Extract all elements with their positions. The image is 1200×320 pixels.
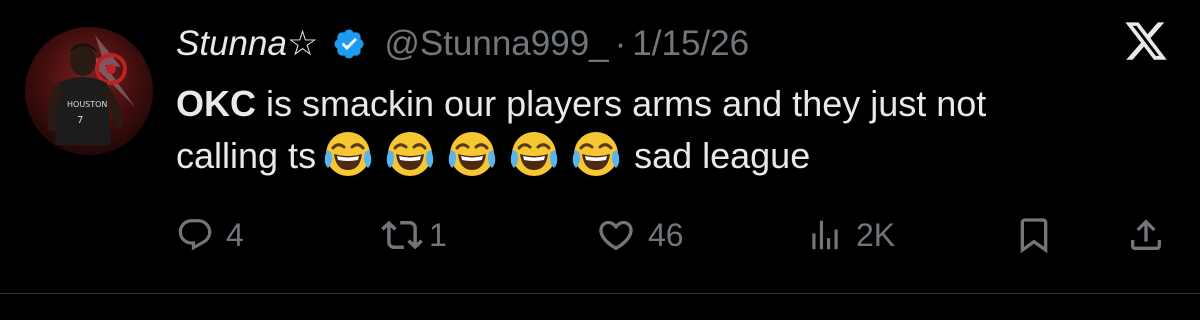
heart-icon — [596, 215, 636, 255]
like-count: 46 — [648, 216, 684, 253]
avatar-image: HOUSTON 7 — [25, 27, 153, 155]
share-icon — [1126, 215, 1166, 255]
reply-icon — [176, 216, 214, 254]
share-button[interactable] — [1126, 210, 1166, 260]
tweet-text-bold: OKC — [176, 83, 256, 124]
views-button[interactable]: 2K — [806, 210, 895, 260]
repost-count: 1 — [429, 216, 447, 253]
bookmark-button[interactable] — [1014, 210, 1054, 260]
avatar-jersey-number: 7 — [77, 115, 83, 126]
bookmark-icon — [1014, 215, 1054, 255]
x-logo-icon — [1123, 18, 1169, 64]
avatar[interactable]: HOUSTON 7 — [25, 27, 153, 155]
tweet-text-end: sad league — [634, 135, 811, 176]
separator-dot: · — [614, 24, 627, 63]
face-with-tears-of-joy-icon — [446, 128, 498, 180]
tweet-text-line-2: calling ts sad league — [176, 130, 1166, 184]
avatar-jersey-text: HOUSTON — [67, 100, 107, 109]
reply-button[interactable]: 4 — [176, 210, 244, 260]
tweet-text: OKC is smackin our players arms and they… — [176, 78, 1166, 184]
verified-badge-icon[interactable] — [332, 27, 366, 61]
reply-count: 4 — [226, 216, 244, 253]
action-bar: 4 1 46 2K — [176, 210, 1176, 260]
repost-button[interactable]: 1 — [381, 210, 447, 260]
face-with-tears-of-joy-icon — [570, 128, 622, 180]
tweet-header: Stunna☆ @Stunna999_ · 1/15/26 — [176, 22, 749, 66]
tweet-text-start: calling ts — [176, 135, 317, 176]
views-count: 2K — [856, 216, 896, 253]
tweet-date[interactable]: 1/15/26 — [632, 24, 749, 64]
face-with-tears-of-joy-icon — [508, 128, 560, 180]
divider — [0, 293, 1200, 294]
repost-icon — [381, 214, 423, 256]
views-icon — [806, 216, 844, 254]
face-with-tears-of-joy-icon — [384, 128, 436, 180]
user-handle[interactable]: @Stunna999_ — [384, 24, 608, 64]
tweet-card[interactable]: HOUSTON 7 Stunna☆ @Stunna999_ · 1/15/26 … — [0, 0, 1200, 320]
like-button[interactable]: 46 — [596, 210, 684, 260]
emoji-row — [322, 128, 622, 180]
tweet-text-line-1: OKC is smackin our players arms and they… — [176, 78, 1166, 130]
display-name[interactable]: Stunna☆ — [176, 24, 318, 64]
face-with-tears-of-joy-icon — [322, 128, 374, 180]
tweet-text-rest: is smackin our players arms and they jus… — [256, 83, 987, 124]
